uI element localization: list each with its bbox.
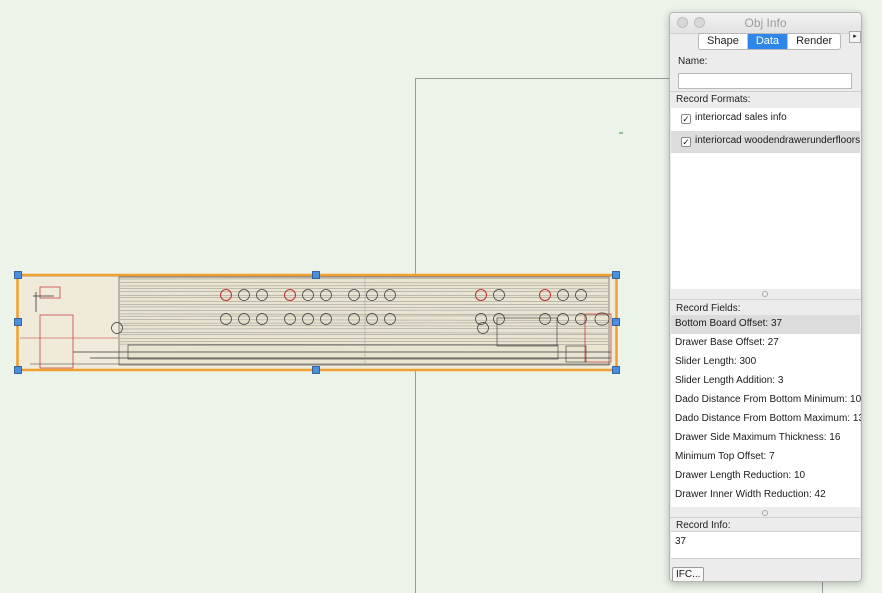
record-fields-list[interactable]: Bottom Board Offset: 37 Drawer Base Offs… <box>671 315 862 507</box>
record-field-text: Drawer Base Offset: 27 <box>675 337 779 348</box>
record-field-text: Slider Length: 300 <box>675 356 757 367</box>
record-field-item[interactable]: Drawer Inner Width Reduction: 42 <box>671 486 860 505</box>
ifc-button[interactable]: IFC... <box>672 567 705 581</box>
record-format-item[interactable]: ✓ interiorcad sales info <box>671 108 860 130</box>
name-label: Name: <box>678 56 708 67</box>
record-field-text: Bottom Board Offset: 37 <box>675 318 783 329</box>
record-field-item[interactable]: Bottom Board Offset: 37 <box>671 315 860 334</box>
palette-menu-icon[interactable]: ▸ <box>849 31 861 43</box>
name-field[interactable] <box>678 73 852 89</box>
record-format-label: interiorcad sales info <box>695 112 787 123</box>
record-info-label: Record Info: <box>676 520 731 531</box>
record-field-item[interactable]: Drawer Side Maximum Thickness: 16 <box>671 429 860 448</box>
record-field-text: Drawer Side Maximum Thickness: 16 <box>675 432 841 443</box>
record-format-checkbox[interactable]: ✓ <box>681 114 691 124</box>
record-field-text: Minimum Top Offset: 7 <box>675 451 775 462</box>
record-field-item[interactable]: Slider Length: 300 <box>671 353 860 372</box>
record-field-item[interactable]: Dado Distance From Bottom Minimum: 10 <box>671 391 862 410</box>
palette-titlebar[interactable]: Obj Info <box>670 13 861 34</box>
palette-title: Obj Info <box>744 16 787 30</box>
record-info-value: 37 <box>675 536 687 547</box>
record-field-text: Drawer Length Reduction: 10 <box>675 470 806 481</box>
splitter-handle[interactable] <box>762 291 768 297</box>
selection-handle[interactable] <box>14 318 22 326</box>
selection-handle[interactable] <box>14 366 22 374</box>
selection-handle[interactable] <box>612 271 620 279</box>
tab-shape[interactable]: Shape <box>699 34 748 49</box>
record-field-item[interactable]: Drawer Length Reduction: 10 <box>671 467 860 486</box>
divider <box>670 91 861 92</box>
tab-data[interactable]: Data <box>747 34 789 49</box>
record-field-text: Dado Distance From Bottom Maximum: 13 <box>675 413 862 424</box>
record-field-item[interactable]: Slider Length Addition: 3 <box>671 372 860 391</box>
record-field-text: Dado Distance From Bottom Minimum: 10 <box>675 394 862 405</box>
record-field-item[interactable]: Dado Distance From Bottom Maximum: 13 <box>671 410 862 429</box>
tab-render[interactable]: Render <box>788 34 840 49</box>
record-format-label: interiorcad woodendrawerunderfloors <box>695 135 861 146</box>
selection-handle[interactable] <box>312 366 320 374</box>
record-format-checkbox[interactable]: ✓ <box>681 137 691 147</box>
record-info-field[interactable]: 37 <box>671 531 860 559</box>
record-field-text: Slider Length Addition: 3 <box>675 375 784 386</box>
selection-handle[interactable] <box>612 366 620 374</box>
palette-tabs: Shape Data Render <box>698 33 842 50</box>
record-field-text: Drawer Inner Width Reduction: 42 <box>675 489 826 500</box>
record-fields-label: Record Fields: <box>676 303 741 314</box>
record-format-item[interactable]: ✓ interiorcad woodendrawerunderfloors <box>671 131 860 153</box>
drawer-object[interactable] <box>17 275 617 371</box>
record-formats-list[interactable]: ✓ interiorcad sales info ✓ interiorcad w… <box>671 108 860 289</box>
record-formats-label: Record Formats: <box>676 94 751 105</box>
selection-handle[interactable] <box>14 271 22 279</box>
selection-handle[interactable] <box>612 318 620 326</box>
obj-info-palette[interactable]: Obj Info Shape Data Render ▸ Name: Recor… <box>669 12 862 582</box>
selection-handle[interactable] <box>312 271 320 279</box>
record-field-item[interactable]: Drawer Base Offset: 27 <box>671 334 860 353</box>
splitter-handle[interactable] <box>762 510 768 516</box>
divider <box>670 299 861 300</box>
record-field-item[interactable]: Minimum Top Offset: 7 <box>671 448 860 467</box>
divider <box>670 517 861 518</box>
